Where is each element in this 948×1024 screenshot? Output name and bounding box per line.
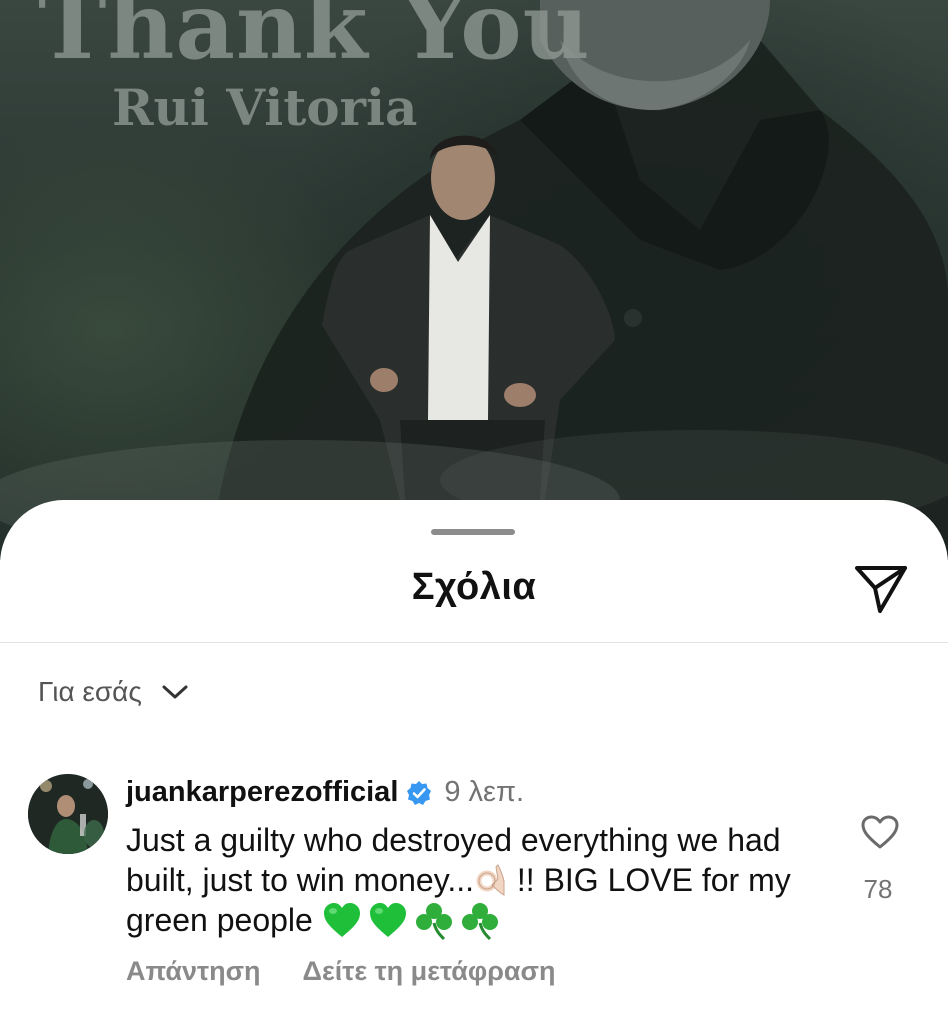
sheet-title: Σχόλια <box>411 566 537 608</box>
drag-handle[interactable] <box>431 529 515 535</box>
like-count: 78 <box>863 874 893 904</box>
comment-header: juankarperezofficial 9 λεπ. <box>126 776 524 809</box>
avatar-image <box>28 774 108 854</box>
ok-hand-emoji <box>476 864 505 896</box>
post-image: Thank You Rui Vitoria <box>0 0 948 560</box>
green-heart-emoji <box>323 903 360 937</box>
green-heart-emoji <box>369 903 406 937</box>
username[interactable]: juankarperezofficial <box>126 776 398 809</box>
share-button[interactable] <box>850 560 912 618</box>
chevron-down-icon <box>162 685 188 699</box>
reply-button[interactable]: Απάντηση <box>126 956 261 987</box>
send-icon <box>855 566 907 613</box>
timestamp: 9 λεπ. <box>444 776 525 808</box>
post-subtitle: Rui Vitoria <box>112 78 418 137</box>
avatar[interactable] <box>28 774 108 854</box>
emoji-group-2 <box>322 901 500 941</box>
sheet-divider <box>0 642 948 643</box>
emoji-group-1 <box>474 863 508 899</box>
comment-actions: Απάντηση Δείτε τη μετάφραση <box>126 956 556 987</box>
filter-dropdown[interactable]: Για εσάς <box>38 676 188 708</box>
see-translation-button[interactable]: Δείτε τη μετάφραση <box>303 956 556 987</box>
like-button[interactable] <box>856 810 904 854</box>
filter-label: Για εσάς <box>38 676 142 707</box>
post-title: Thank You <box>38 0 591 80</box>
shamrock-emoji <box>415 903 452 941</box>
comment-text: Just a guilty who destroyed everything w… <box>126 820 826 941</box>
comments-sheet: Σχόλια Για εσάς juankarperezofficial 9 λ… <box>0 500 948 1024</box>
shamrock-emoji <box>461 903 498 941</box>
comment-item: juankarperezofficial 9 λεπ. Just a guilt… <box>0 770 948 1024</box>
heart-icon <box>861 815 899 849</box>
verified-badge-icon <box>406 780 432 806</box>
